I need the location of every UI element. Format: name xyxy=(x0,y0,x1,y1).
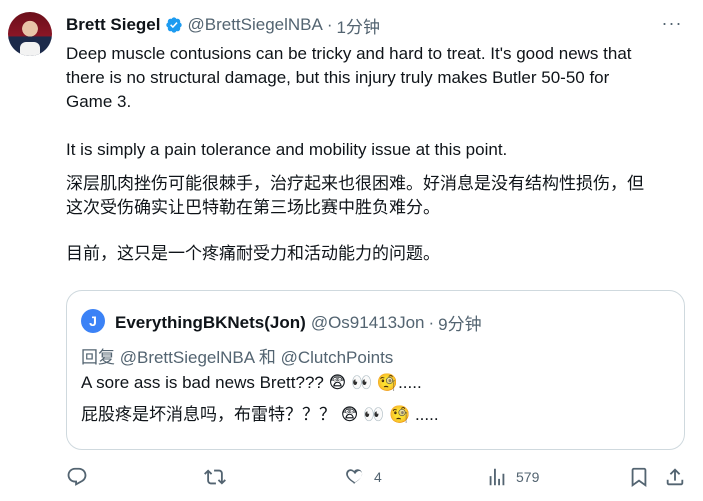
quote-author-name: EverythingBKNets(Jon) xyxy=(115,312,306,332)
views-icon xyxy=(489,468,505,486)
bookmark-icon xyxy=(631,467,647,488)
like-button[interactable]: 4 xyxy=(344,466,382,488)
author-handle[interactable]: @BrettSiegelNBA xyxy=(187,15,322,35)
tweet-header: Brett Siegel @BrettSiegelNBA · 1分钟 xyxy=(66,13,380,38)
quote-translation: 屁股疼是坏消息吗，布雷特？？？ 😨 👀 🧐 ..... xyxy=(81,405,439,424)
quote-time: 9分钟 xyxy=(438,315,482,334)
author-avatar[interactable] xyxy=(8,12,52,56)
views-count: 579 xyxy=(516,469,540,485)
share-icon xyxy=(666,468,684,486)
more-icon[interactable]: ··· xyxy=(661,14,683,36)
reply-icon xyxy=(67,467,87,486)
tweet-paragraph-1: Deep muscle contusions can be tricky and… xyxy=(66,44,632,111)
verified-icon xyxy=(166,17,183,33)
author-name[interactable]: Brett Siegel xyxy=(66,15,160,35)
quote-author-handle: @Os91413Jon xyxy=(310,312,425,332)
quote-avatar: J xyxy=(81,309,105,333)
quote-header: EverythingBKNets(Jon) @Os91413Jon · 9分钟 xyxy=(115,310,482,335)
retweet-button[interactable] xyxy=(204,466,234,488)
quote-reply-to: 回复 @BrettSiegelNBA 和 @ClutchPoints xyxy=(81,348,394,367)
share-button[interactable] xyxy=(664,466,686,488)
bookmark-button[interactable] xyxy=(628,466,650,488)
separator-dot: · xyxy=(326,15,333,34)
tweet-actions: 4 579 xyxy=(62,458,692,498)
quote-separator-dot: · xyxy=(428,312,435,332)
tweet-paragraph-2: It is simply a pain tolerance and mobili… xyxy=(66,140,508,159)
like-count: 4 xyxy=(374,469,382,485)
quote-text: A sore ass is bad news Brett??? 😨 👀 🧐...… xyxy=(81,373,422,392)
tweet-translation-2: 目前，这只是一个疼痛耐受力和活动能力的问题。 xyxy=(66,244,440,263)
retweet-icon xyxy=(204,469,226,485)
quoted-tweet[interactable]: J EverythingBKNets(Jon) @Os91413Jon · 9分… xyxy=(66,290,685,450)
avatar-shirt xyxy=(20,42,40,56)
views-button[interactable]: 579 xyxy=(486,466,539,488)
tweet-translation-1: 深层肌肉挫伤可能很棘手，治疗起来也很困难。好消息是没有结构性损伤，但 这次受伤确… xyxy=(66,174,644,217)
tweet-time[interactable]: 1分钟 xyxy=(337,13,380,38)
like-icon xyxy=(346,469,363,484)
reply-button[interactable] xyxy=(66,466,96,488)
